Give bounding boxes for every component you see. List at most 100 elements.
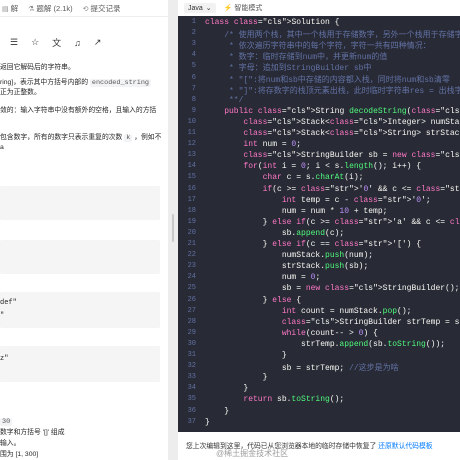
line-number: 17	[187, 195, 196, 204]
line-number: 25	[187, 284, 196, 293]
constraint-line: 30	[0, 417, 168, 427]
bell-icon[interactable]: ♫	[74, 38, 81, 48]
example-text: def"	[0, 299, 17, 307]
desc-line: 敛的：输入字符串中没有额外的空格，且输入的方括	[0, 107, 157, 114]
line-number: 29	[187, 328, 196, 337]
line-number: 35	[187, 395, 196, 404]
code-line: * "]":将存数字的栈顶元素出栈，此时临时字符串res = 出栈字符串	[205, 86, 460, 96]
desc-line-part: 包含数字，所有的数字只表示重复的次数	[0, 134, 125, 141]
list-icon[interactable]: ☰	[10, 37, 18, 48]
line-number: 34	[187, 384, 196, 393]
code-line: class class="cls">Solution {	[205, 18, 340, 27]
editor-header: Java ⌄ ⚡ 智能模式	[178, 0, 460, 17]
restore-default-template-link[interactable]: 还原默认代码模板	[378, 443, 432, 450]
code-line: class="cls">StringBuilder sb = new class…	[243, 151, 460, 161]
tab-description[interactable]: ▤ 解	[2, 3, 18, 14]
chevron-down-icon: ⌄	[205, 5, 212, 12]
line-number: 24	[187, 273, 196, 282]
desc-line: 正为正整数。	[0, 89, 41, 96]
code-editor-panel: Java ⌄ ⚡ 智能模式 1 2 3 4 5 6 7 8 9 10 11 12 13 14 15 16 17 1…	[178, 0, 460, 460]
left-tab-bar: ▤ 解 ⚗ 题解 (2.1k) ⟲ 提交记录	[0, 0, 168, 17]
line-number: 16	[187, 184, 196, 193]
line-number: 27	[187, 306, 196, 315]
translate-icon[interactable]: 文	[52, 36, 61, 49]
line-number: 14	[187, 162, 196, 171]
code-line: } else if(c == class="str">'[') {	[205, 240, 422, 249]
line-number: 36	[187, 406, 196, 415]
solution-icon: ⚗	[28, 5, 35, 13]
code-line: * 数字：临时存储到num中，并更新num的值	[205, 53, 388, 63]
line-number: 31	[187, 351, 196, 359]
line-number: 21	[187, 240, 196, 248]
line-number: 10	[187, 117, 196, 126]
constraint-line: 数字和方括号 '[]' 组成	[0, 429, 65, 436]
line-number: 7	[191, 84, 196, 93]
language-label: Java	[188, 4, 203, 12]
code-line: strTemp.append(sb.toString());	[205, 339, 446, 349]
code-line: }	[205, 373, 268, 383]
line-number: 4	[191, 51, 196, 60]
line-number: 2	[191, 29, 196, 38]
code-line: for(int i = 0; i < s.length(); i++) {	[243, 162, 422, 172]
code-line: /* 使用两个栈，其中一个栈用于存储数字，另外一个栈用于存储字符	[205, 31, 460, 41]
example-block	[0, 240, 160, 274]
example-text: z"	[0, 355, 9, 363]
line-number: 22	[187, 251, 196, 260]
code-line: strStack.push(sb);	[205, 262, 369, 272]
code-line: }	[205, 417, 210, 427]
code-line: * 字母：追加到StringBuilder sb中	[205, 64, 372, 74]
code-line: num = num * 10 + temp;	[205, 206, 388, 216]
desc-line: a	[0, 144, 4, 151]
line-number: 33	[187, 373, 196, 382]
line-number: 12	[187, 140, 196, 149]
line-number: 26	[187, 295, 196, 304]
code-line: sb = new class="cls">StringBuilder();	[205, 284, 460, 294]
line-number: 11	[187, 129, 196, 137]
line-number: 8	[191, 95, 196, 104]
example-block	[0, 186, 160, 220]
code-line: public class="cls">String decodeString(c…	[224, 106, 460, 116]
code-line: class="cls">Stack<class="cls">Integer> n…	[243, 117, 460, 127]
tab-description-label: 解	[10, 3, 19, 13]
problem-description-panel: ▤ 解 ⚗ 题解 (2.1k) ⟲ 提交记录 ☰ ☆ 文 ♫ ↗ 返回它解码后的字符串…	[0, 0, 168, 460]
code-line: int num = 0;	[243, 140, 302, 150]
code-editor[interactable]: 1 2 3 4 5 6 7 8 9 10 11 12 13 14 15 16 17 18 19 20 21 22 23 24 2…	[178, 16, 460, 432]
code-line: }	[205, 406, 230, 416]
code-line: int count = numStack.pop();	[281, 306, 412, 316]
code-line: } else if(c >= class="str">'a' && c <= c…	[205, 217, 460, 227]
tab-submissions-label: 提交记录	[90, 3, 121, 13]
line-number: 3	[191, 40, 196, 49]
line-number: 30	[187, 339, 196, 348]
example-text: "	[0, 312, 5, 320]
desc-line: 包含数字，所有的数字只表示重复的次数 k ，例如不	[0, 133, 168, 143]
code-line: }	[205, 384, 249, 394]
example-block	[0, 292, 160, 328]
code-line: class="cls">StringBuilder strTemp = strS…	[281, 317, 460, 327]
smart-mode-toggle[interactable]: ⚡ 智能模式	[224, 3, 263, 13]
code-line: sb = strTemp; //这步是为啥	[205, 364, 399, 374]
line-number: 19	[187, 217, 196, 226]
splitter-handle[interactable]	[172, 214, 174, 242]
tab-solutions[interactable]: ⚗ 题解 (2.1k)	[28, 3, 73, 14]
code-line: sb.append(c);	[205, 228, 345, 238]
book-icon: ▤	[2, 5, 9, 13]
code-line: class="cls">Stack<class="cls">String> st…	[243, 129, 460, 138]
line-number: 32	[187, 362, 196, 371]
share-icon[interactable]: ↗	[94, 37, 102, 48]
line-number: 6	[191, 73, 196, 82]
line-number: 23	[187, 262, 196, 271]
smart-mode-label: 智能模式	[234, 5, 263, 12]
code-line: int temp = c - class="str">'0';	[281, 195, 431, 205]
bookmark-icon[interactable]: ☆	[31, 37, 39, 48]
code-line: * "[":将num和sb中存储的内容都入栈，同时将num和sb清零	[205, 75, 450, 85]
desc-line-part: ，例如不	[132, 134, 162, 141]
constraint-line: 围为 [1, 300]	[0, 451, 39, 458]
language-select[interactable]: Java ⌄	[184, 3, 216, 13]
inline-code: 30	[0, 418, 13, 426]
tab-submissions[interactable]: ⟲ 提交记录	[83, 3, 121, 14]
line-number: 9	[191, 106, 196, 115]
constraint-line: 输入。	[0, 440, 21, 447]
line-number: 1	[191, 18, 196, 26]
example-block	[0, 346, 160, 382]
line-number: 18	[187, 206, 196, 215]
